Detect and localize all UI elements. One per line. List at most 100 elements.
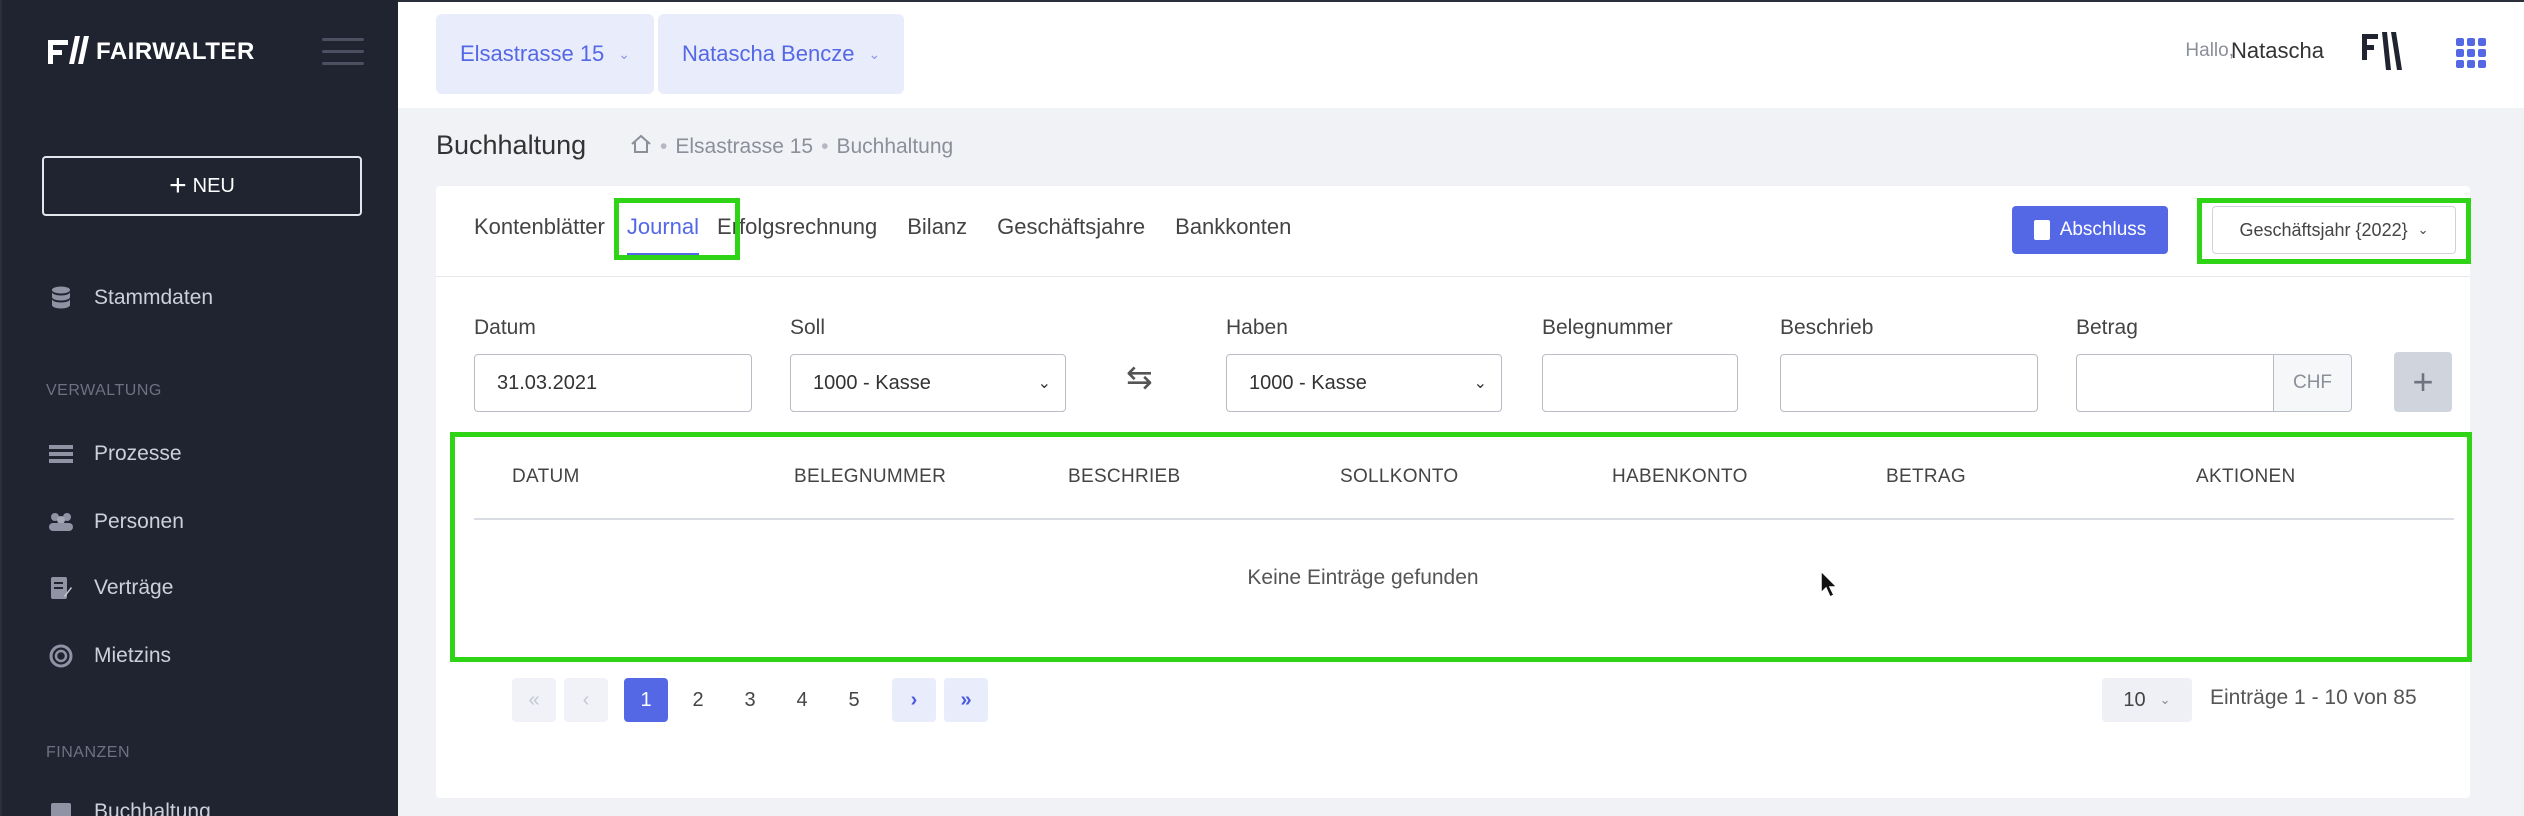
add-entry-button[interactable]: + [2394,352,2452,412]
sidebar-item-vertraege[interactable]: Verträge [48,576,173,600]
person-select[interactable]: Natascha Bencze ⌄ [658,14,905,94]
beschrieb-label: Beschrieb [1780,316,1874,339]
section-finanzen: FINANZEN [46,744,130,761]
tab-bankkonten[interactable]: Bankkonten [1175,214,1291,256]
entries-summary: Einträge 1 - 10 von 85 [2210,686,2417,709]
menu-toggle-icon[interactable] [322,38,364,74]
sidebar-item-buchhaltung[interactable]: Buchhaltung [48,800,211,816]
sidebar-item-prozesse[interactable]: Prozesse [48,442,182,466]
breadcrumb-item: Buchhaltung [836,135,954,158]
belegnummer-label: Belegnummer [1542,316,1673,339]
property-select-value: Elsastrasse 15 [460,41,605,66]
new-button[interactable]: + NEU [42,156,362,216]
soll-value: 1000 - Kasse [813,371,931,394]
first-page-button[interactable]: « [512,678,556,722]
column-header-aktionen: AKTIONEN [2196,466,2296,487]
contract-icon [48,576,74,600]
last-page-button[interactable]: » [944,678,988,722]
sidebar-item-label: Buchhaltung [94,800,211,816]
page-title: Buchhaltung [436,130,587,160]
datum-input[interactable]: 31.03.2021 [474,354,752,412]
table-header-divider [474,518,2454,520]
betrag-input[interactable] [2076,354,2274,412]
home-icon[interactable] [630,134,652,160]
page-button-1[interactable]: 1 [624,678,668,722]
property-select[interactable]: Elsastrasse 15 ⌄ [436,14,655,94]
tab-divider [436,276,2470,277]
per-page-select[interactable]: 10 ⌄ [2102,678,2192,722]
page-button-3[interactable]: 3 [728,678,772,722]
apps-grid-icon[interactable] [2456,38,2486,68]
highlight-journal-tab [614,198,740,260]
column-header-sollkonto[interactable]: SOLLKONTO [1340,466,1459,488]
fiscal-year-select[interactable]: Geschäftsjahr {2022} ⌄ [2212,206,2456,254]
betrag-label: Betrag [2076,316,2138,339]
chevron-down-icon: ⌄ [2159,692,2171,707]
soll-select[interactable]: 1000 - Kasse ⌄ [790,354,1066,412]
column-header-betrag[interactable]: BETRAG [1886,466,1966,488]
page-button-5[interactable]: 5 [832,678,876,722]
abschluss-label: Abschluss [2059,219,2147,240]
prev-page-button[interactable]: ‹ [564,678,608,722]
next-page-button[interactable]: › [892,678,936,722]
page-button-4[interactable]: 4 [780,678,824,722]
fiscal-year-value: Geschäftsjahr {2022} [2239,219,2408,240]
column-header-belegnummer[interactable]: BELEGNUMMER [794,466,946,488]
soll-label: Soll [790,316,826,339]
sidebar-item-label: Prozesse [94,442,182,465]
person-select-value: Natascha Bencze [682,41,855,66]
breadcrumb-item[interactable]: Elsastrasse 15 [675,135,813,159]
database-icon [48,286,74,310]
journal-card: Kontenblätter Journal Erfolgsrechnung Bi… [436,186,2472,798]
sidebar-item-personen[interactable]: Personen [48,510,184,534]
avatar[interactable] [2360,28,2406,74]
sidebar: FAIRWALTER + NEU Stammdaten VERWALTUNG P… [0,0,398,816]
top-header: Elsastrasse 15 ⌄ Natascha Bencze ⌄ Hallo… [398,0,2524,108]
logo-text: FAIRWALTER [96,38,255,65]
highlight-journal-table [450,432,2472,662]
tab-kontenblaetter[interactable]: Kontenblätter [474,214,605,256]
new-button-label: NEU [192,174,235,197]
sidebar-item-label: Personen [94,510,184,533]
sidebar-item-label: Stammdaten [94,286,214,309]
section-verwaltung: VERWALTUNG [46,382,162,399]
page-button-2[interactable]: 2 [676,678,720,722]
haben-select[interactable]: 1000 - Kasse ⌄ [1226,354,1502,412]
per-page-value: 10 [2123,688,2146,711]
belegnummer-input[interactable] [1542,354,1738,412]
coin-icon [48,644,74,668]
list-icon [48,442,74,466]
ledger-icon [48,800,74,816]
column-header-beschrieb[interactable]: BESCHRIEB [1068,466,1181,488]
sidebar-item-mietzins[interactable]: Mietzins [48,644,171,668]
haben-value: 1000 - Kasse [1249,371,1367,394]
tab-bilanz[interactable]: Bilanz [907,214,967,256]
tab-erfolgsrechnung[interactable]: Erfolgsrechnung [717,214,877,256]
breadcrumb: • Elsastrasse 15 • Buchhaltung [630,134,953,160]
document-icon [2033,220,2050,240]
swap-icon[interactable]: ⇆ [1126,358,1153,396]
sidebar-item-stammdaten[interactable]: Stammdaten [48,286,213,310]
currency-addon: CHF [2274,354,2352,412]
chevron-down-icon: ⌄ [1473,375,1487,392]
logo-mark-icon [48,36,90,68]
chevron-down-icon: ⌄ [2417,222,2429,237]
plus-icon: + [169,169,187,202]
haben-label: Haben [1226,316,1288,339]
empty-table-message: Keine Einträge gefunden [436,566,2470,590]
logo[interactable]: FAIRWALTER [48,36,255,68]
beschrieb-input[interactable] [1780,354,2038,412]
chevron-down-icon: ⌄ [618,45,631,62]
abschluss-button[interactable]: Abschluss [2012,206,2168,254]
tab-geschaeftsjahre[interactable]: Geschäftsjahre [997,214,1145,256]
column-header-datum[interactable]: DATUM [512,466,580,488]
chevron-down-icon: ⌄ [1037,375,1051,392]
sidebar-item-label: Verträge [94,576,174,599]
datum-label: Datum [474,316,536,339]
sidebar-item-label: Mietzins [94,644,172,667]
tab-bar: Kontenblätter Journal Erfolgsrechnung Bi… [474,214,1321,256]
column-header-habenkonto[interactable]: HABENKONTO [1612,466,1748,488]
people-icon [48,510,74,534]
user-name[interactable]: Natascha [2231,38,2324,64]
empty-text: Keine Einträge gefunden [1247,566,1479,589]
